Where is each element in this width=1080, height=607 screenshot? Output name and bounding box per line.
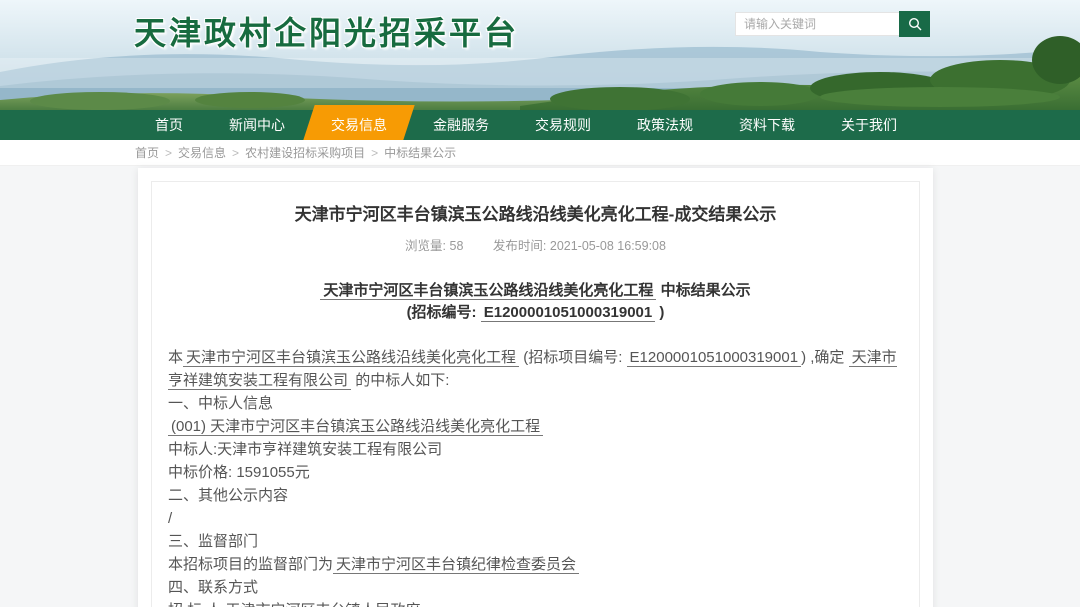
breadcrumb-separator: > — [165, 146, 172, 160]
publish-time: 发布时间: 2021-05-08 16:59:08 — [493, 239, 666, 253]
article-meta: 浏览量: 58 发布时间: 2021-05-08 16:59:08 — [168, 235, 903, 254]
project-name-link[interactable]: 天津市宁河区丰台镇滨玉公路线沿线美化亮化工程 — [183, 349, 519, 367]
winner-line: 中标人:天津市亨祥建筑安装工程有限公司 — [168, 438, 903, 461]
main-nav: 首页 新闻中心 交易信息 金融服务 交易规则 政策法规 资料下载 关于我们 — [0, 110, 1080, 140]
supervisor-link[interactable]: 天津市宁河区丰台镇纪律检查委员会 — [333, 556, 579, 574]
page-body: 天津市宁河区丰台镇滨玉公路线沿线美化亮化工程-成交结果公示 浏览量: 58 发布… — [0, 166, 1080, 607]
section1-heading: 一、中标人信息 — [168, 392, 903, 415]
breadcrumb-separator: > — [232, 146, 239, 160]
section3-heading: 三、监督部门 — [168, 530, 903, 553]
search-button[interactable] — [899, 11, 930, 37]
nav-item-finance[interactable]: 金融服务 — [410, 110, 512, 140]
lot-project-link[interactable]: (001) 天津市宁河区丰台镇滨玉公路线沿线美化亮化工程 — [168, 418, 543, 436]
article: 天津市宁河区丰台镇滨玉公路线沿线美化亮化工程-成交结果公示 浏览量: 58 发布… — [151, 181, 920, 607]
content-card: 天津市宁河区丰台镇滨玉公路线沿线美化亮化工程-成交结果公示 浏览量: 58 发布… — [138, 168, 933, 607]
nav-item-trade-rules[interactable]: 交易规则 — [512, 110, 614, 140]
breadcrumb-result-notice: 中标结果公示 — [384, 144, 456, 161]
intro-paragraph: 本天津市宁河区丰台镇滨玉公路线沿线美化亮化工程 (招标项目编号: E120000… — [168, 346, 903, 392]
bidder-line: 招 标 人:天津市宁河区丰台镇人民政府 — [168, 599, 903, 607]
article-title: 天津市宁河区丰台镇滨玉公路线沿线美化亮化工程-成交结果公示 — [168, 200, 903, 225]
banner: 天津政村企阳光招采平台 — [0, 0, 1080, 110]
nav-item-news[interactable]: 新闻中心 — [206, 110, 308, 140]
nav-item-policies[interactable]: 政策法规 — [614, 110, 716, 140]
section2-content: / — [168, 507, 903, 530]
article-body: 本天津市宁河区丰台镇滨玉公路线沿线美化亮化工程 (招标项目编号: E120000… — [168, 346, 903, 607]
view-count: 浏览量: 58 — [405, 239, 463, 253]
result-notice-heading: 天津市宁河区丰台镇滨玉公路线沿线美化亮化工程 中标结果公示 — [168, 280, 903, 302]
bid-number-link[interactable]: E1200001051000319001 — [627, 349, 802, 367]
breadcrumb-rural-bidding[interactable]: 农村建设招标采购项目 — [245, 144, 365, 161]
bid-number-line: (招标编号: E1200001051000319001 ) — [168, 302, 903, 324]
section4-heading: 四、联系方式 — [168, 576, 903, 599]
nav-item-home[interactable]: 首页 — [132, 110, 206, 140]
breadcrumb-trade-info[interactable]: 交易信息 — [178, 144, 226, 161]
nav-item-about[interactable]: 关于我们 — [818, 110, 920, 140]
breadcrumb: 首页 > 交易信息 > 农村建设招标采购项目 > 中标结果公示 — [0, 140, 1080, 166]
site-title: 天津政村企阳光招采平台 — [134, 8, 519, 54]
section2-heading: 二、其他公示内容 — [168, 484, 903, 507]
breadcrumb-home[interactable]: 首页 — [135, 144, 159, 161]
supervisor-line: 本招标项目的监督部门为天津市宁河区丰台镇纪律检查委员会 — [168, 553, 903, 576]
nav-item-downloads[interactable]: 资料下载 — [716, 110, 818, 140]
nav-list: 首页 新闻中心 交易信息 金融服务 交易规则 政策法规 资料下载 关于我们 — [132, 110, 1080, 140]
bid-number-link[interactable]: E1200001051000319001 — [481, 304, 656, 322]
project-name-link[interactable]: 天津市宁河区丰台镇滨玉公路线沿线美化亮化工程 — [320, 282, 656, 300]
price-line: 中标价格: 1591055元 — [168, 461, 903, 484]
breadcrumb-separator: > — [371, 146, 378, 160]
search-icon — [908, 17, 922, 31]
search-box — [735, 12, 930, 36]
section1-item: (001) 天津市宁河区丰台镇滨玉公路线沿线美化亮化工程 — [168, 415, 903, 438]
search-input[interactable] — [735, 12, 899, 36]
nav-item-trade-info[interactable]: 交易信息 — [308, 110, 410, 140]
